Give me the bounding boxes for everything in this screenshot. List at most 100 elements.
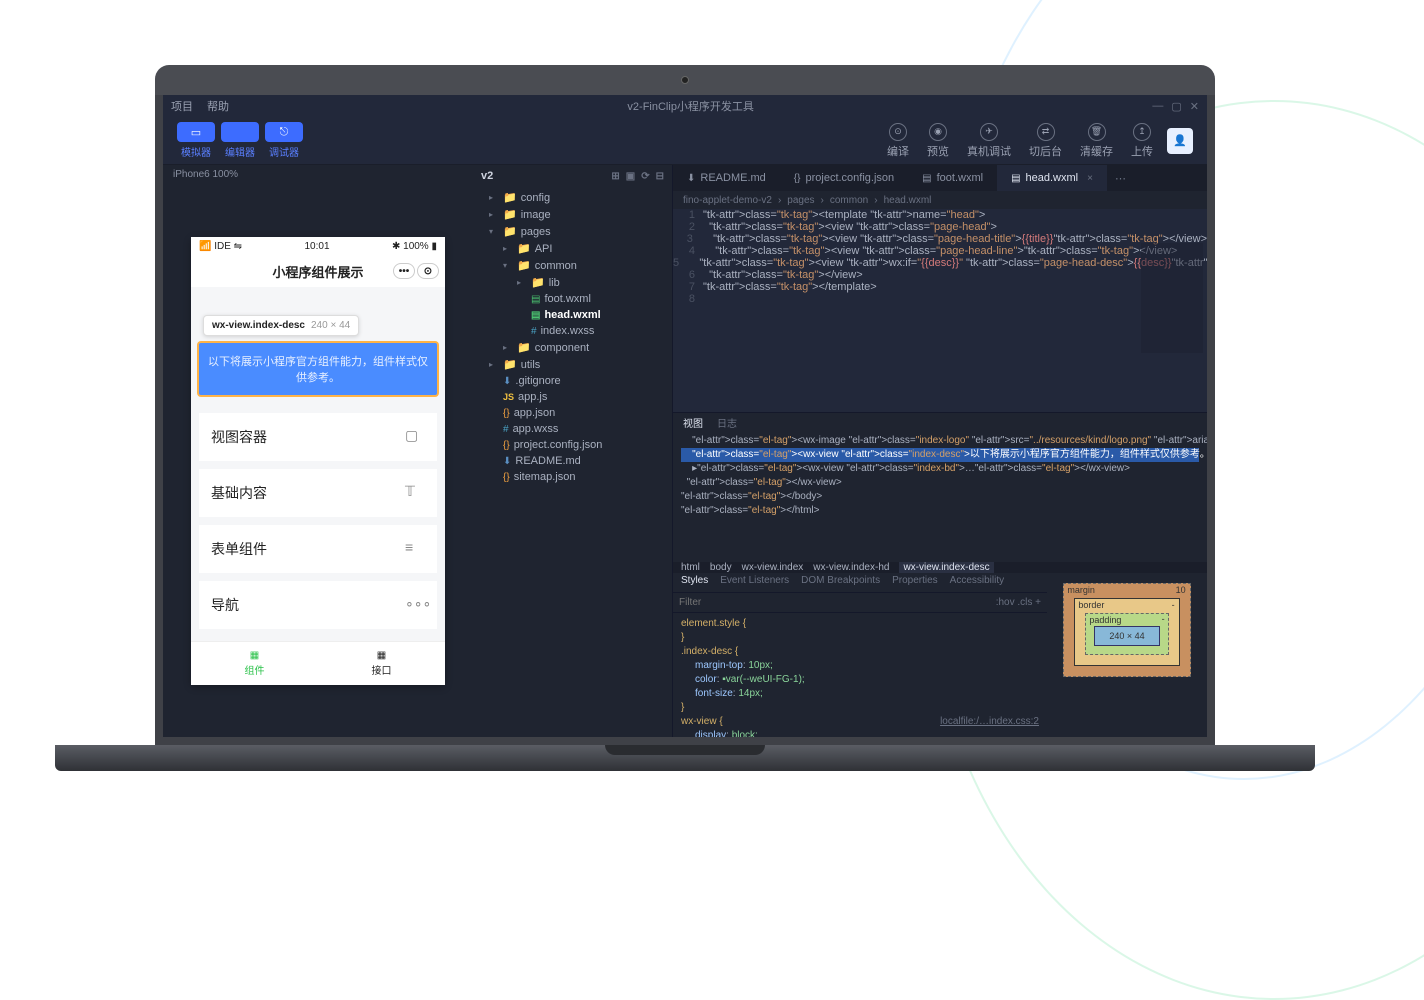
menu-项目[interactable]: 项目 (171, 98, 193, 114)
collapse-icon[interactable]: ⊟ (656, 171, 664, 182)
list-item[interactable]: 表单组件≡ (199, 525, 437, 573)
element-node[interactable]: "el-attr">class="el-tag"></body> (681, 490, 1199, 504)
action-编译[interactable]: ⊙编译 (887, 123, 909, 159)
tree-item[interactable]: ▸📁config (473, 189, 672, 206)
capsule-close-icon[interactable]: ⊙ (417, 263, 439, 279)
crumb[interactable]: common (830, 195, 868, 206)
file-tree: v2 ⊞ ▣ ⟳ ⊟ ▸📁config▸📁image▾📁pages▸📁API▾📁… (473, 165, 673, 737)
inspector-tooltip: wx-view.index-desc240 × 44 (203, 315, 359, 336)
tree-item[interactable]: ▾📁pages (473, 223, 672, 240)
action-预览[interactable]: ◉预览 (927, 123, 949, 159)
menu-帮助[interactable]: 帮助 (207, 98, 229, 114)
element-crumb[interactable]: wx-view.index-hd (813, 562, 889, 573)
devtools-tab[interactable]: 视图 (683, 415, 703, 430)
titlebar: 项目帮助 v2-FinClip小程序开发工具 — ▢ ✕ (163, 95, 1207, 117)
tree-item[interactable]: #index.wxss (473, 323, 672, 339)
tree-item[interactable]: ⬇.gitignore (473, 373, 672, 389)
element-node[interactable]: "el-attr">class="el-tag"></wx-view> (681, 476, 1199, 490)
window-title: v2-FinClip小程序开发工具 (229, 98, 1152, 114)
action-切后台[interactable]: ⇄切后台 (1029, 123, 1062, 159)
minimap[interactable] (1141, 243, 1203, 353)
tree-item[interactable]: ⬇README.md (473, 453, 672, 469)
status-right: ✱ 100% ▮ (392, 241, 437, 252)
tree-item[interactable]: {}sitemap.json (473, 469, 672, 485)
styles-tab[interactable]: Accessibility (950, 575, 1004, 590)
code-editor[interactable]: 1"tk-attr">class="tk-tag"><template "tk-… (673, 209, 1207, 412)
element-crumb[interactable]: wx-view.index (742, 562, 804, 573)
tree-item[interactable]: {}project.config.json (473, 437, 672, 453)
crumb[interactable]: fino-applet-demo-v2 (683, 195, 772, 206)
styles-filter-input[interactable] (679, 597, 996, 608)
styles-tab[interactable]: Event Listeners (720, 575, 789, 590)
tree-item[interactable]: ▸📁lib (473, 274, 672, 291)
tab-接口[interactable]: ▦接口 (318, 642, 445, 685)
toolbar: ▭模拟器编辑器⎋调试器 ⊙编译 ◉预览 ✈真机调试 ⇄切后台 🗑清缓存 ↥上传 👤 (163, 117, 1207, 165)
tree-item[interactable]: ▤foot.wxml (473, 291, 672, 307)
editor-tab[interactable]: ⬇README.md (673, 165, 780, 191)
element-node[interactable]: ▸"el-attr">class="el-tag"><wx-view "el-a… (681, 462, 1199, 476)
element-node[interactable]: "el-attr">class="el-tag"><wx-view "el-at… (681, 448, 1199, 462)
tree-item[interactable]: ▸📁component (473, 339, 672, 356)
status-left: 📶 IDE ⇋ (199, 241, 242, 252)
element-crumb[interactable]: wx-view.index-desc (899, 562, 993, 573)
breadcrumb: fino-applet-demo-v2›pages›common›head.wx… (673, 191, 1207, 209)
styles-tab[interactable]: Properties (892, 575, 938, 590)
element-node[interactable]: "el-attr">class="el-tag"></html> (681, 504, 1199, 518)
action-清缓存[interactable]: 🗑清缓存 (1080, 123, 1113, 159)
new-folder-icon[interactable]: ▣ (626, 171, 635, 182)
device-label: iPhone6 100% (163, 165, 473, 187)
styles-pane[interactable]: element.style {}.index-desc {</span>marg… (673, 613, 1047, 737)
phone-preview: 📶 IDE ⇋ 10:01 ✱ 100% ▮ 小程序组件展示 ••• ⊙ (191, 237, 445, 685)
camera-dot (681, 76, 689, 84)
status-time: 10:01 (305, 241, 330, 252)
capsule-menu-icon[interactable]: ••• (393, 263, 415, 279)
tree-item[interactable]: ▾📁common (473, 257, 672, 274)
element-crumb[interactable]: html (681, 562, 700, 573)
tab-组件[interactable]: ▦组件 (191, 642, 318, 685)
editor-tab[interactable]: ▤head.wxml× (997, 165, 1107, 191)
tabs-overflow-icon[interactable]: ⋯ (1107, 172, 1134, 185)
refresh-icon[interactable]: ⟳ (641, 171, 649, 182)
close-icon[interactable]: ✕ (1190, 100, 1199, 113)
styles-tab[interactable]: Styles (681, 575, 708, 590)
tree-item[interactable]: ▸📁utils (473, 356, 672, 373)
mode-模拟器[interactable]: ▭模拟器 (177, 122, 215, 159)
mode-编辑器[interactable]: 编辑器 (221, 122, 259, 159)
editor-panel: ⬇README.md{}project.config.json▤foot.wxm… (673, 165, 1207, 737)
tree-item[interactable]: {}app.json (473, 405, 672, 421)
simulator-panel: iPhone6 100% 📶 IDE ⇋ 10:01 ✱ 100% ▮ 小程序组… (163, 165, 473, 737)
new-file-icon[interactable]: ⊞ (611, 171, 619, 182)
mode-调试器[interactable]: ⎋调试器 (265, 122, 303, 159)
filter-controls[interactable]: :hov .cls + (996, 597, 1041, 608)
minimize-icon[interactable]: — (1152, 100, 1163, 113)
maximize-icon[interactable]: ▢ (1171, 100, 1181, 113)
box-model: margin 10 border - padding - 240 × 4 (1047, 573, 1207, 737)
elements-panel[interactable]: "el-attr">class="el-tag"><wx-image "el-a… (673, 432, 1207, 562)
page-title: 小程序组件展示 (272, 262, 363, 281)
tree-item[interactable]: ▤head.wxml (473, 307, 672, 323)
list-item[interactable]: 基础内容𝕋 (199, 469, 437, 517)
list-item[interactable]: 导航∘∘∘ (199, 581, 437, 629)
tree-item[interactable]: ▸📁image (473, 206, 672, 223)
styles-tab[interactable]: DOM Breakpoints (801, 575, 880, 590)
list-item[interactable]: 视图容器▢ (199, 413, 437, 461)
action-真机调试[interactable]: ✈真机调试 (967, 123, 1011, 159)
tree-root: v2 (481, 170, 493, 182)
highlighted-desc: 以下将展示小程序官方组件能力，组件样式仅供参考。 (199, 343, 437, 395)
tree-item[interactable]: ▸📁API (473, 240, 672, 257)
crumb[interactable]: head.wxml (884, 195, 932, 206)
laptop-frame: 项目帮助 v2-FinClip小程序开发工具 — ▢ ✕ ▭模拟器编辑器⎋调试器… (155, 65, 1215, 765)
action-上传[interactable]: ↥上传 (1131, 123, 1153, 159)
element-crumb[interactable]: body (710, 562, 732, 573)
element-node[interactable]: "el-attr">class="el-tag"><wx-image "el-a… (681, 434, 1199, 448)
editor-tab[interactable]: {}project.config.json (780, 165, 908, 191)
app-window: 项目帮助 v2-FinClip小程序开发工具 — ▢ ✕ ▭模拟器编辑器⎋调试器… (163, 95, 1207, 737)
editor-tab[interactable]: ▤foot.wxml (908, 165, 997, 191)
crumb[interactable]: pages (787, 195, 814, 206)
devtools: 视图日志 "el-attr">class="el-tag"><wx-image … (673, 412, 1207, 737)
tree-item[interactable]: JSapp.js (473, 389, 672, 405)
avatar[interactable]: 👤 (1167, 128, 1193, 154)
editor-tabs: ⬇README.md{}project.config.json▤foot.wxm… (673, 165, 1207, 191)
devtools-tab[interactable]: 日志 (717, 415, 737, 430)
tree-item[interactable]: #app.wxss (473, 421, 672, 437)
